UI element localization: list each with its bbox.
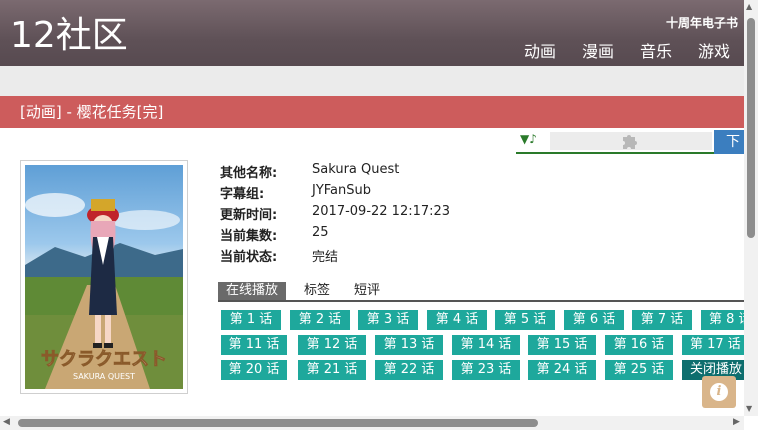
episode-button[interactable]: 第 1 话	[221, 310, 281, 330]
player-toggle-button[interactable]: ▼♪	[520, 132, 537, 146]
tab-tags[interactable]: 标签	[296, 282, 338, 300]
page-title: [动画] - 樱花任务[完]	[20, 103, 164, 121]
episode-button[interactable]: 第 14 话	[452, 335, 520, 355]
info-label: 当前状态:	[220, 250, 278, 265]
episode-button[interactable]: 第 22 话	[375, 360, 443, 380]
main-nav: 动画 漫画 音乐 游戏	[498, 38, 730, 62]
info-row-other-name: 其他名称: Sakura Quest	[220, 162, 450, 183]
info-value: Sakura Quest	[312, 162, 400, 177]
horizontal-scroll-thumb[interactable]	[18, 419, 538, 427]
info-value: 完结	[312, 250, 339, 265]
info-button[interactable]: i	[702, 376, 736, 408]
episode-button[interactable]: 第 4 话	[427, 310, 487, 330]
info-value: 25	[312, 225, 329, 240]
episode-button[interactable]: 第 5 话	[495, 310, 555, 330]
tab-short-reviews[interactable]: 短评	[346, 282, 388, 300]
episode-button[interactable]: 第 3 话	[358, 310, 418, 330]
nav-item-anime[interactable]: 动画	[524, 38, 556, 62]
episode-button[interactable]: 第 16 话	[605, 335, 673, 355]
episode-button[interactable]: 第 6 话	[564, 310, 624, 330]
anime-poster[interactable]: サクラクエスト SAKURA QUEST	[25, 165, 183, 389]
poster-frame: サクラクエスト SAKURA QUEST	[20, 160, 188, 394]
episode-button[interactable]: 第 7 话	[632, 310, 692, 330]
site-header: 12社区 十周年电子书 动画 漫画 音乐 游戏	[0, 0, 744, 66]
info-label: 当前集数:	[220, 229, 278, 244]
scroll-up-arrow-icon[interactable]: ▲	[746, 2, 752, 11]
info-row-status: 当前状态: 完结	[220, 246, 450, 267]
info-label: 其他名称:	[220, 166, 278, 181]
site-logo[interactable]: 12社区	[10, 14, 128, 58]
info-value: JYFanSub	[312, 183, 372, 198]
episode-button[interactable]: 第 15 话	[528, 335, 596, 355]
sub-header-band	[0, 66, 744, 96]
nav-item-games[interactable]: 游戏	[698, 38, 730, 62]
scroll-left-arrow-icon[interactable]: ◀	[3, 417, 10, 427]
info-label: 更新时间:	[220, 208, 278, 223]
episode-button[interactable]: 第 2 话	[290, 310, 350, 330]
scroll-down-arrow-icon[interactable]: ▼	[746, 404, 752, 413]
info-row-updated: 更新时间: 2017-09-22 12:17:23	[220, 204, 450, 225]
info-value: 2017-09-22 12:17:23	[312, 204, 451, 219]
episode-button[interactable]: 第 12 话	[298, 335, 366, 355]
poster-subtitle: SAKURA QUEST	[73, 372, 135, 381]
episode-button[interactable]: 第 21 话	[298, 360, 366, 380]
episode-button[interactable]: 第 23 话	[452, 360, 520, 380]
tab-online-play[interactable]: 在线播放	[218, 282, 287, 300]
content-tabs: 在线播放 标签 短评	[218, 282, 744, 302]
episode-button[interactable]: 第 24 话	[528, 360, 596, 380]
puzzle-plugin-icon	[623, 135, 637, 149]
poster-art: サクラクエスト SAKURA QUEST	[25, 193, 183, 389]
episode-button[interactable]: 第 13 话	[375, 335, 443, 355]
episode-button[interactable]: 第 17 话	[682, 335, 744, 355]
info-row-episode-count: 当前集数: 25	[220, 225, 450, 246]
download-tab[interactable]: 下	[714, 130, 744, 154]
poster-title: サクラクエスト	[41, 349, 167, 370]
page-title-bar: [动画] - 樱花任务[完]	[0, 96, 744, 128]
vertical-scroll-thumb[interactable]	[747, 18, 755, 238]
nav-item-music[interactable]: 音乐	[640, 38, 672, 62]
info-icon: i	[710, 383, 728, 401]
music-player: ▼♪	[516, 130, 714, 154]
episode-button[interactable]: 第 8 话	[701, 310, 752, 330]
promo-link[interactable]: 十周年电子书	[666, 14, 738, 31]
episode-button[interactable]: 第 20 话	[221, 360, 287, 380]
episode-button[interactable]: 第 11 话	[221, 335, 287, 355]
player-panel	[550, 132, 712, 150]
nav-item-manga[interactable]: 漫画	[582, 38, 614, 62]
info-label: 字幕组:	[220, 187, 265, 202]
episode-button[interactable]: 第 25 话	[605, 360, 673, 380]
info-row-fansub: 字幕组: JYFanSub	[220, 183, 450, 204]
anime-info: 其他名称: Sakura Quest 字幕组: JYFanSub 更新时间: 2…	[220, 162, 450, 267]
scroll-right-arrow-icon[interactable]: ▶	[733, 417, 740, 427]
